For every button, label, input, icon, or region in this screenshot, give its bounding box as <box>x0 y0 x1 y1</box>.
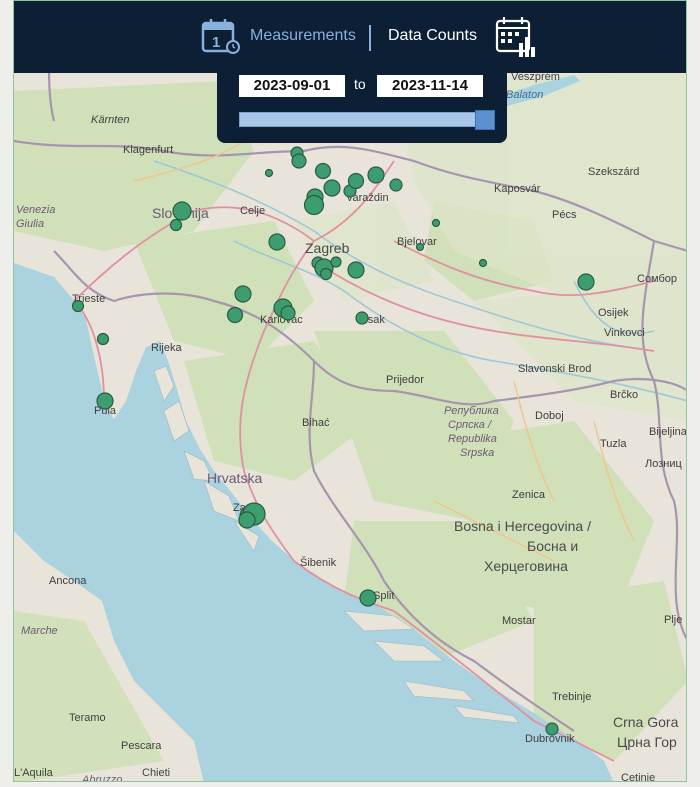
label-aquila: L'Aquila <box>14 767 54 779</box>
calendar-chart-icon[interactable] <box>495 15 539 64</box>
marker[interactable] <box>415 242 425 252</box>
label-doboj: Doboj <box>535 410 564 422</box>
label-marche: Marche <box>21 625 58 637</box>
label-republika-lat: Republika <box>448 433 497 445</box>
marker[interactable] <box>264 168 274 178</box>
label-mostar: Mostar <box>502 615 536 627</box>
label-szekszard: Szekszárd <box>588 166 639 178</box>
marker[interactable] <box>280 305 296 321</box>
label-tuzla: Tuzla <box>600 438 627 450</box>
marker[interactable] <box>238 511 256 529</box>
label-srpska-cyr: Српска / <box>448 419 492 431</box>
label-teramo: Teramo <box>69 712 106 724</box>
marker[interactable] <box>431 218 441 228</box>
marker[interactable] <box>303 194 325 216</box>
label-cetinje: Cetinje <box>621 772 655 782</box>
marker[interactable] <box>319 267 333 281</box>
marker[interactable] <box>389 178 403 192</box>
label-ancona: Ancona <box>49 575 87 587</box>
label-klagenfurt: Klagenfurt <box>123 144 173 156</box>
marker[interactable] <box>323 179 341 197</box>
marker[interactable] <box>234 285 252 303</box>
label-pescara: Pescara <box>121 740 162 752</box>
label-bih-cyr1: Босна и <box>527 538 578 554</box>
label-giulia: Giulia <box>16 218 44 230</box>
date-range-slider[interactable] <box>239 112 487 127</box>
label-pecs: Pécs <box>552 209 577 221</box>
label-brcko: Brčko <box>610 389 638 401</box>
label-hrvatska: Hrvatska <box>207 470 262 486</box>
marker[interactable] <box>545 722 559 736</box>
label-slavonski-brod: Slavonski Brod <box>518 363 591 375</box>
marker[interactable] <box>226 306 244 324</box>
label-prijedor: Prijedor <box>386 374 424 386</box>
app-frame: Kärnten Klagenfurt Venezia Giulia Sloven… <box>13 0 687 782</box>
label-abruzzo: Abruzzo <box>81 774 122 782</box>
label-loznica: Лозниц <box>645 458 682 470</box>
marker[interactable] <box>355 311 369 325</box>
marker[interactable] <box>291 153 307 169</box>
label-bih-latin: Bosna i Hercegovina / <box>454 518 591 534</box>
label-chieti: Chieti <box>142 767 170 779</box>
tab-measurements[interactable]: Measurements <box>250 27 356 45</box>
tab-data-counts[interactable]: Data Counts <box>388 27 477 45</box>
marker[interactable] <box>367 166 385 184</box>
marker[interactable] <box>359 589 377 607</box>
tab-divider <box>369 25 371 51</box>
label-zenica: Zenica <box>512 489 546 501</box>
label-celje: Celje <box>240 205 265 217</box>
label-bih-cyr2: Херцеговина <box>484 558 568 574</box>
label-venezia: Venezia <box>16 204 55 216</box>
label-bihac: Bihać <box>302 417 330 429</box>
date-range-slider-handle[interactable] <box>475 110 495 130</box>
label-vinkovci: Vinkovci <box>604 327 645 339</box>
label-trebinje: Trebinje <box>552 691 591 703</box>
calendar-clock-icon[interactable]: 1 <box>201 17 241 60</box>
marker[interactable] <box>268 233 286 251</box>
label-pljevlja: Plje <box>664 614 682 626</box>
label-sombor: Сомбор <box>637 273 677 285</box>
date-from-input[interactable]: 2023-09-01 <box>239 75 345 97</box>
marker[interactable] <box>577 273 595 291</box>
marker[interactable] <box>330 256 342 268</box>
marker[interactable] <box>347 172 365 190</box>
marker[interactable] <box>169 218 183 232</box>
marker[interactable] <box>96 332 110 346</box>
date-range-panel: 2023-09-01 to 2023-11-14 <box>217 71 507 143</box>
marker[interactable] <box>478 258 488 268</box>
label-rijeka: Rijeka <box>151 342 182 354</box>
svg-text:1: 1 <box>212 34 220 51</box>
label-balaton: Balaton <box>506 89 543 101</box>
label-republika-cyr: Република <box>444 405 499 417</box>
date-to-label: to <box>354 76 366 92</box>
date-to-input[interactable]: 2023-11-14 <box>377 75 483 97</box>
marker[interactable] <box>71 299 85 313</box>
marker[interactable] <box>96 392 114 410</box>
label-karnten: Kärnten <box>91 114 130 126</box>
marker[interactable] <box>314 162 332 180</box>
label-crna-gora-lat: Crna Gora <box>613 714 679 730</box>
label-osijek: Osijek <box>598 307 629 319</box>
label-zagreb: Zagreb <box>305 240 350 256</box>
top-bar: 1 Measurements Data Counts <box>14 1 686 73</box>
label-kaposvar: Kaposvár <box>494 183 541 195</box>
label-srpska-lat: Srpska <box>460 447 494 459</box>
marker[interactable] <box>347 261 365 279</box>
label-sibenik: Šibenik <box>300 556 337 569</box>
marker[interactable] <box>172 201 192 221</box>
label-bijeljina: Bijeljina <box>649 426 687 438</box>
label-crna-gora-cyr: Црна Гор <box>617 734 677 750</box>
